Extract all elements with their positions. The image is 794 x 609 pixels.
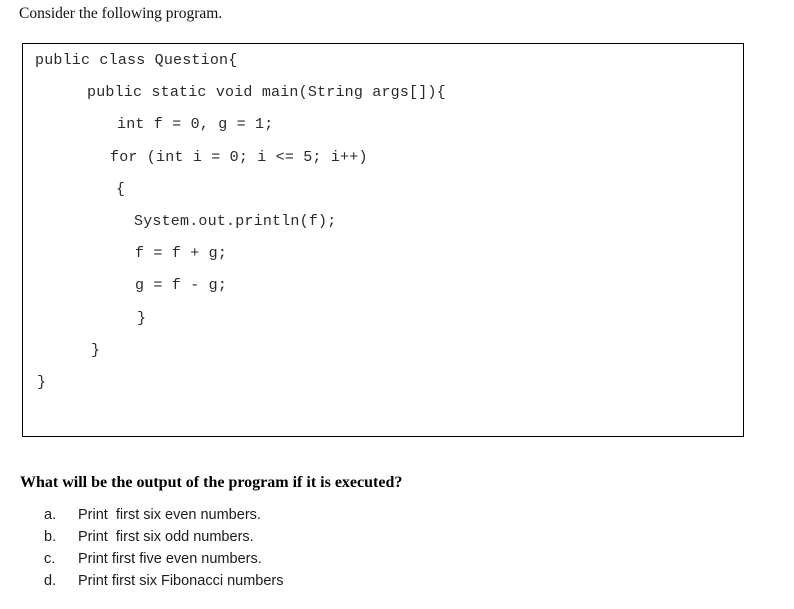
code-line: g = f - g; <box>135 277 228 295</box>
code-line: { <box>116 180 126 198</box>
code-line: public static void main(String args[]){ <box>87 84 446 102</box>
option-letter: b. <box>44 529 57 545</box>
option-text: Print first six even numbers. <box>78 507 261 523</box>
option-text: Print first five even numbers. <box>78 551 262 567</box>
code-line: f = f + g; <box>135 245 228 263</box>
code-line: } <box>37 374 47 391</box>
option-letter: d. <box>44 573 57 589</box>
option-text: Print first six odd numbers. <box>78 529 254 545</box>
option-letter: a. <box>44 507 57 523</box>
answer-options-list: a. Print first six even numbers. b. Print f… <box>44 504 464 592</box>
code-line: public class Question{ <box>35 52 238 69</box>
code-listing: public class Question{ public static void… <box>23 44 743 436</box>
option-text: Print first six Fibonacci numbers <box>78 573 284 589</box>
code-line: } <box>91 341 101 359</box>
answer-option[interactable]: b. Print first six odd numbers. <box>44 526 464 548</box>
answer-option[interactable]: a. Print first six even numbers. <box>44 504 464 526</box>
answer-option[interactable]: c. Print first five even numbers. <box>44 548 464 570</box>
intro-sentence: Consider the following program. <box>19 5 223 22</box>
code-line: System.out.println(f); <box>134 213 337 230</box>
answer-option[interactable]: d. Print first six Fibonacci numbers <box>44 570 464 592</box>
question-prompt: What will be the output of the program i… <box>20 474 403 491</box>
code-block-container: public class Question{ public static void… <box>22 43 744 437</box>
option-letter: c. <box>44 551 56 567</box>
code-line: for (int i = 0; i <= 5; i++) <box>110 148 368 166</box>
code-line: } <box>137 309 147 327</box>
code-line: int f = 0, g = 1; <box>117 116 274 134</box>
